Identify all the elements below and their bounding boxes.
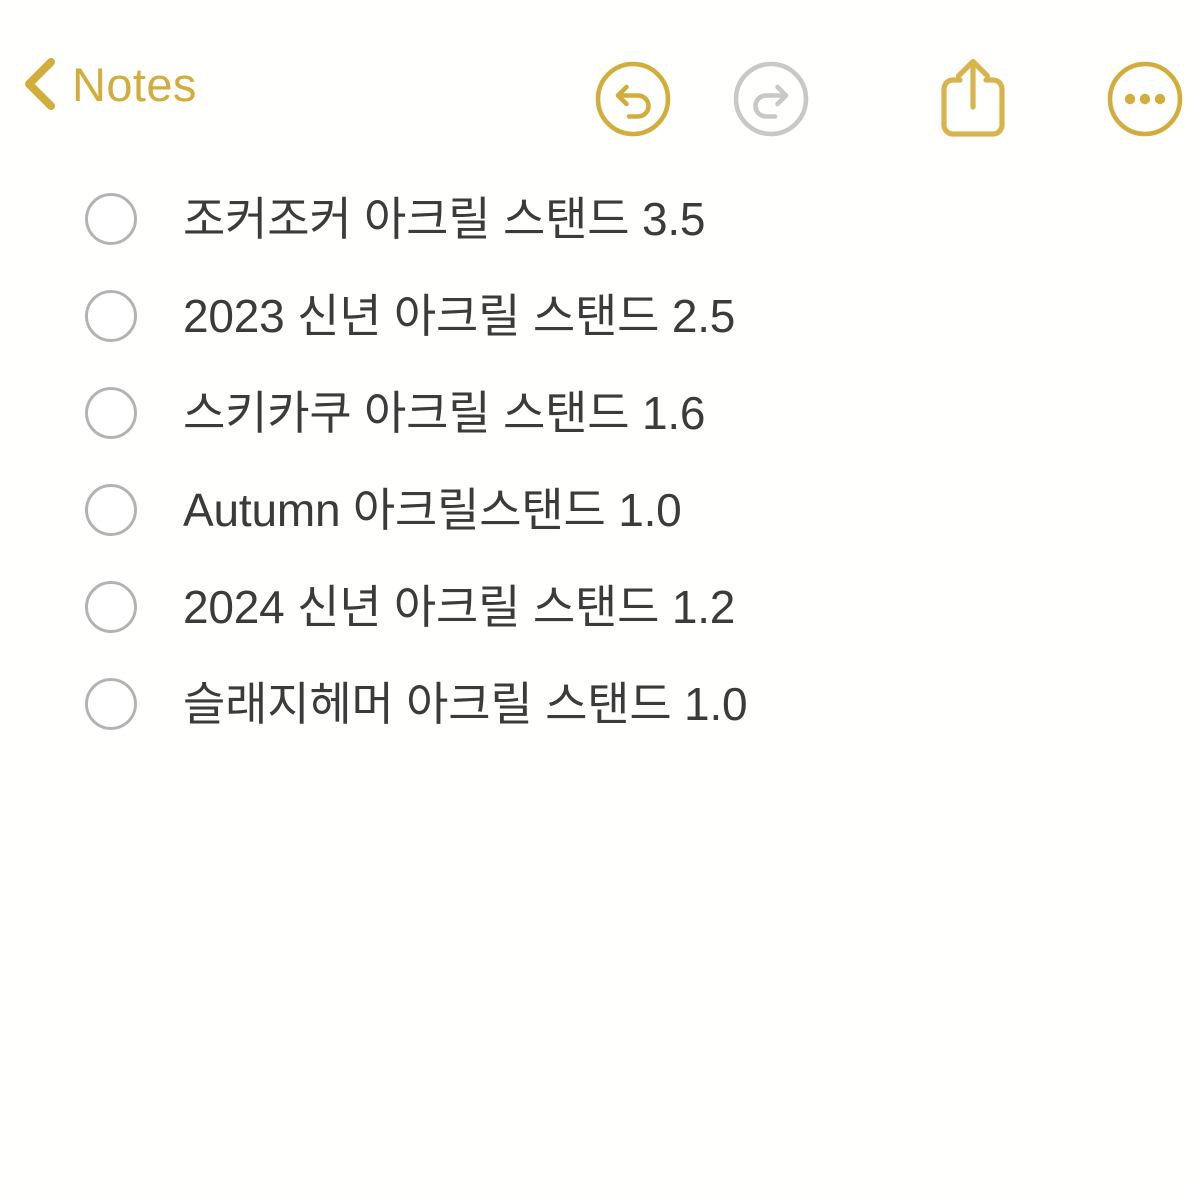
checklist-item[interactable]: 스키카쿠 아크릴 스탠드 1.6 <box>0 364 1193 461</box>
checklist: 조커조커 아크릴 스탠드 3.5 2023 신년 아크릴 스탠드 2.5 스키카… <box>0 170 1193 752</box>
checkbox-unchecked-icon[interactable] <box>85 580 137 633</box>
navbar-actions <box>590 56 1188 142</box>
checklist-item[interactable]: 2024 신년 아크릴 스탠드 1.2 <box>0 558 1193 655</box>
checklist-item-label: Autumn 아크릴스탠드 1.0 <box>183 483 682 536</box>
checkbox-unchecked-icon[interactable] <box>85 386 137 439</box>
checklist-item[interactable]: 2023 신년 아크릴 스탠드 2.5 <box>0 267 1193 364</box>
checklist-item-label: 스키카쿠 아크릴 스탠드 1.6 <box>183 386 706 439</box>
checklist-item-label: 슬래지헤머 아크릴 스탠드 1.0 <box>183 677 748 730</box>
undo-button[interactable] <box>590 56 676 142</box>
checklist-item[interactable]: Autumn 아크릴스탠드 1.0 <box>0 461 1193 558</box>
checklist-item-label: 2024 신년 아크릴 스탠드 1.2 <box>183 580 736 633</box>
more-icon <box>1107 61 1183 137</box>
checkbox-unchecked-icon[interactable] <box>85 483 137 536</box>
undo-icon <box>595 61 671 137</box>
chevron-left-icon <box>25 58 55 110</box>
checkbox-unchecked-icon[interactable] <box>85 192 137 245</box>
checkbox-unchecked-icon[interactable] <box>85 289 137 342</box>
checklist-item[interactable]: 조커조커 아크릴 스탠드 3.5 <box>0 170 1193 267</box>
redo-button[interactable] <box>728 56 814 142</box>
checklist-item-label: 조커조커 아크릴 스탠드 3.5 <box>183 192 706 245</box>
share-button[interactable] <box>930 56 1016 142</box>
checklist-item-label: 2023 신년 아크릴 스탠드 2.5 <box>183 289 736 342</box>
redo-icon <box>733 61 809 137</box>
back-button[interactable]: Notes <box>22 58 197 110</box>
checklist-item[interactable]: 슬래지헤머 아크릴 스탠드 1.0 <box>0 655 1193 752</box>
back-label: Notes <box>72 57 197 111</box>
more-button[interactable] <box>1102 56 1188 142</box>
share-icon <box>941 58 1005 137</box>
navigation-bar: Notes <box>0 0 1193 168</box>
checkbox-unchecked-icon[interactable] <box>85 677 137 730</box>
notes-screen: Notes 조커조커 아크릴 스탠드 3.5 2023 신년 아크릴 스탠드 2… <box>0 0 1193 1193</box>
